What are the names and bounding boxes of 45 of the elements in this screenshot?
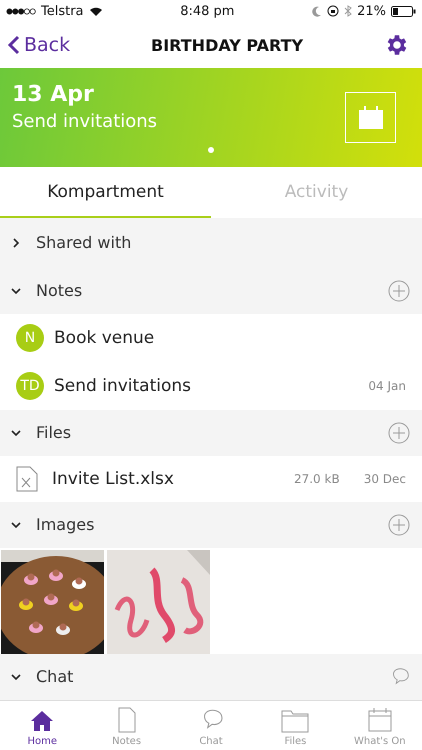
folder-icon <box>281 709 310 733</box>
moon-icon <box>312 6 322 16</box>
page-title: BIRTHDAY PARTY <box>151 36 304 54</box>
spreadsheet-file-icon <box>16 466 38 492</box>
home-icon <box>29 709 56 733</box>
bluetooth-icon <box>344 5 352 17</box>
clock-time: 8:48 pm <box>180 4 234 18</box>
file-size: 27.0 kB <box>294 472 340 486</box>
section-title: Files <box>36 423 72 442</box>
calendar-icon <box>358 106 384 130</box>
note-row[interactable]: TD Send invitations 04 Jan <box>0 362 422 410</box>
section-header[interactable]: Images <box>0 502 422 548</box>
document-icon <box>116 707 137 733</box>
rotation-lock-icon <box>327 5 340 17</box>
calendar-icon <box>366 707 393 733</box>
note-title: Book venue <box>54 328 156 348</box>
wifi-icon <box>88 6 103 16</box>
file-name: Invite List.xlsx <box>52 468 175 489</box>
signal-icon <box>6 8 36 14</box>
section-title: Chat <box>36 667 74 686</box>
battery-icon <box>391 6 416 16</box>
page-indicator-dot <box>208 147 214 153</box>
add-icon[interactable] <box>388 514 410 536</box>
section-header[interactable]: Notes <box>0 268 422 314</box>
note-date: 04 Jan <box>368 378 406 393</box>
avatar: N <box>16 324 44 352</box>
event-title: Send invitations <box>12 111 158 132</box>
note-title: Send invitations <box>54 376 192 396</box>
section-title: Shared with <box>36 233 132 252</box>
event-date: 13 Apr <box>12 82 94 107</box>
section-header[interactable]: Shared with <box>0 218 422 268</box>
avatar: TD <box>16 372 44 400</box>
add-icon[interactable] <box>388 280 410 302</box>
add-icon[interactable] <box>388 422 410 444</box>
file-date: 30 Dec <box>364 472 406 486</box>
file-row[interactable]: Invite List.xlsx 27.0 kB 30 Dec <box>0 456 422 502</box>
section-header[interactable]: Files <box>0 410 422 456</box>
section-title: Notes <box>36 281 84 300</box>
section-header[interactable]: Chat <box>0 654 422 700</box>
chevron-left-icon <box>8 35 20 55</box>
carrier-name: Telstra <box>41 4 84 18</box>
section-title: Images <box>36 515 96 534</box>
back-link[interactable]: Back <box>8 34 70 56</box>
battery-percent: 21% <box>357 4 386 18</box>
note-row[interactable]: N Book venue <box>0 314 422 362</box>
